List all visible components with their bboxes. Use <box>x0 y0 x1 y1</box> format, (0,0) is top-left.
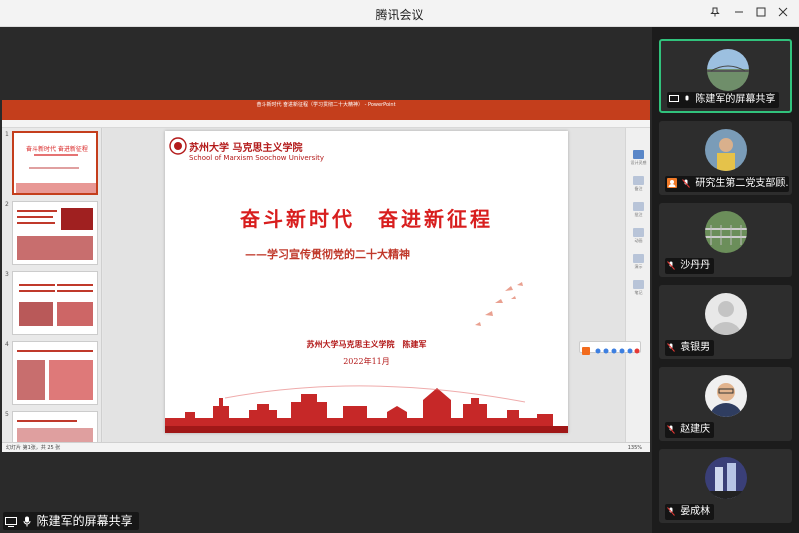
ppt-title-bar: 奋斗新时代 奋进新征程（学习贯彻二十大精神） - PowerPoint <box>2 100 650 110</box>
doves-icon <box>475 282 523 326</box>
participant-tile[interactable]: 沙丹丹 <box>659 203 792 277</box>
comments-icon[interactable] <box>633 202 644 211</box>
slide-author: 苏州大学马克思主义学院 陈建军 <box>306 339 427 349</box>
portrait-photo-avatar <box>705 375 747 417</box>
participant-name: 晏成林 <box>665 504 715 520</box>
participant-tile[interactable]: 赵建庆 <box>659 367 792 441</box>
pane-label: 笔记 <box>634 290 643 295</box>
window-title: 腾讯会议 <box>375 8 424 22</box>
person-photo-avatar <box>705 129 747 171</box>
powerpoint-window: 奋斗新时代 奋进新征程（学习贯彻二十大精神） - PowerPoint 文件开始… <box>2 100 650 452</box>
pane-label: 动画 <box>634 238 643 243</box>
slide-thumbnail[interactable] <box>12 271 98 335</box>
participant-name: 研究生第二党支部顾... <box>665 176 789 192</box>
pane-label: 备注 <box>634 186 643 191</box>
participant-name: 袁银男 <box>665 340 715 356</box>
slide-title: 奋斗新时代 奋进新征程 <box>240 207 493 231</box>
notebook-icon[interactable] <box>633 280 644 289</box>
thumb-number: 3 <box>5 271 9 278</box>
participant-list: 陈建军的屏幕共享 研究生第二党支部顾... 沙丹丹 袁银男 赵建庆 晏成林 <box>652 27 799 533</box>
pane-label: 批注 <box>634 212 643 217</box>
thumb-number: 2 <box>5 201 9 208</box>
minimize-icon[interactable] <box>730 5 748 21</box>
slide-canvas: 苏州大学 马克思主义学院 School of Marxism Soochow U… <box>103 128 625 442</box>
screen-share-icon <box>669 94 679 102</box>
pane-label: 演示 <box>634 264 643 269</box>
share-label-text: 陈建军的屏幕共享 <box>36 514 133 528</box>
ppt-status-bar: 幻灯片 第1张，共 25 张 135% <box>2 442 650 452</box>
ppt-ribbon-tabs: 文件开始插入设计切换动画幻灯片放映审阅视图PDF工具百度网盘帮助操作说明搜索 <box>2 110 650 127</box>
pane-label: 设计灵感 <box>630 160 647 165</box>
thumb-number: 5 <box>5 411 9 418</box>
mic-muted-icon <box>667 506 675 516</box>
right-pane: 设计灵感 备注 批注 动画 演示 笔记 <box>625 128 650 442</box>
red-skyline-graphic <box>165 385 568 433</box>
participant-tile[interactable]: 研究生第二党支部顾... <box>659 121 792 195</box>
slide-thumbnail[interactable] <box>12 201 98 265</box>
university-seal-icon <box>169 137 187 155</box>
svg-text:奋斗新时代 奋进新征程: 奋斗新时代 奋进新征程 <box>26 145 88 153</box>
title-bar: 腾讯会议 <box>0 0 799 27</box>
building-photo-avatar <box>705 457 747 499</box>
screen-share-label: 陈建军的屏幕共享 <box>3 512 139 530</box>
participant-name: 赵建庆 <box>665 422 715 438</box>
slide-subtitle: ——学习宣传贯彻党的二十大精神 <box>245 248 410 261</box>
participant-name-text: 沙丹丹 <box>680 260 711 271</box>
participant-tile[interactable]: 陈建军的屏幕共享 <box>659 39 792 113</box>
slide-thumbnail[interactable] <box>12 411 98 442</box>
participant-name-text: 研究生第二党支部顾... <box>695 178 789 189</box>
participant-name-text: 陈建军的屏幕共享 <box>695 94 776 105</box>
slide-thumbnails-pane: 1 奋斗新时代 奋进新征程 2 3 4 5 <box>2 128 102 442</box>
zoom-level[interactable]: 135% <box>628 443 642 453</box>
school-name-en: School of Marxism Soochow University <box>189 154 325 162</box>
person-icon <box>667 178 677 188</box>
maximize-icon[interactable] <box>752 5 770 21</box>
design-ideas-icon[interactable] <box>633 150 644 159</box>
screen-share-icon <box>5 516 17 527</box>
railing-photo-avatar <box>705 211 747 253</box>
ime-toolbar[interactable] <box>579 341 641 355</box>
pin-icon[interactable] <box>706 5 724 21</box>
slide-thumbnail[interactable]: 奋斗新时代 奋进新征程 <box>12 131 98 195</box>
participant-name-text: 袁银男 <box>680 342 711 353</box>
participant-tile[interactable]: 晏成林 <box>659 449 792 523</box>
participant-name-text: 赵建庆 <box>680 424 711 435</box>
current-slide[interactable]: 苏州大学 马克思主义学院 School of Marxism Soochow U… <box>165 131 568 433</box>
slide-date: 2022年11月 <box>343 357 390 366</box>
microphone-icon <box>685 95 689 100</box>
slide-count: 幻灯片 第1张，共 25 张 <box>6 445 61 451</box>
present-icon[interactable] <box>633 254 644 263</box>
participant-name: 陈建军的屏幕共享 <box>667 92 780 108</box>
default-avatar <box>705 293 747 335</box>
mic-muted-icon <box>667 260 675 270</box>
participant-name-text: 晏成林 <box>680 506 711 517</box>
thumb-number: 1 <box>5 131 9 138</box>
participant-name: 沙丹丹 <box>665 258 715 274</box>
notes-icon[interactable] <box>633 176 644 185</box>
ppt-toolbar <box>2 120 650 128</box>
school-name-cn: 苏州大学 马克思主义学院 <box>189 143 303 154</box>
microphone-icon <box>23 516 31 527</box>
participant-tile[interactable]: 袁银男 <box>659 285 792 359</box>
slide-thumbnail[interactable] <box>12 341 98 405</box>
animation-icon[interactable] <box>633 228 644 237</box>
thumb-number: 4 <box>5 341 9 348</box>
mic-muted-icon <box>682 178 691 188</box>
mic-muted-icon <box>667 424 675 434</box>
mic-muted-icon <box>667 342 675 352</box>
bridge-photo-avatar <box>707 49 749 91</box>
close-icon[interactable] <box>774 5 792 21</box>
